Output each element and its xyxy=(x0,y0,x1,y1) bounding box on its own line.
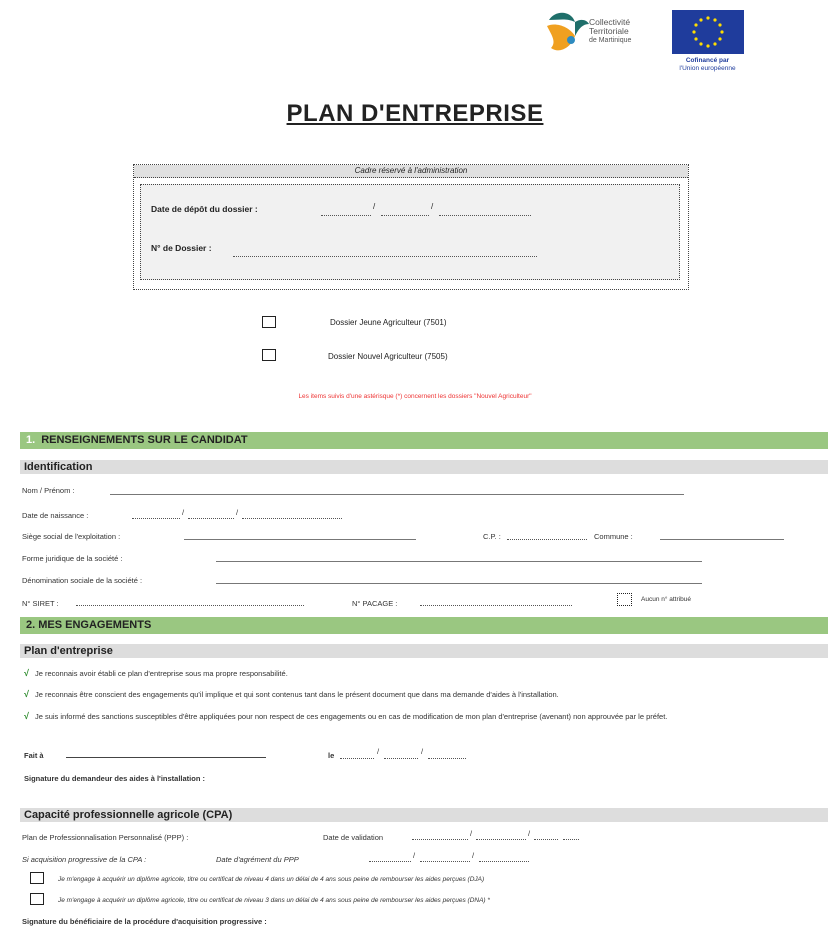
fait-le-month-field[interactable] xyxy=(384,750,418,759)
admin-inner-frame: Date de dépôt du dossier : / / N° de Dos… xyxy=(140,184,680,280)
checkmark-icon: √ xyxy=(24,689,29,699)
date-separator: / xyxy=(431,202,434,211)
forme-juridique-field[interactable] xyxy=(216,560,702,562)
date-separator: / xyxy=(413,851,416,860)
date-separator: / xyxy=(472,851,475,860)
fait-a-field[interactable] xyxy=(66,756,266,758)
nom-prenom-label: Nom / Prénom : xyxy=(22,486,75,495)
eu-flag-icon xyxy=(671,10,744,54)
cpa-header: Capacité professionnelle agricole (CPA) xyxy=(20,808,828,822)
ppp-label: Plan de Professionnalisation Personnalis… xyxy=(22,833,189,842)
naissance-month-field[interactable] xyxy=(188,510,234,519)
commitment-2-text: Je reconnais être conscient des engageme… xyxy=(34,690,559,699)
pacage-field[interactable] xyxy=(420,597,572,606)
date-naissance-label: Date de naissance : xyxy=(22,511,89,520)
section-1-title: RENSEIGNEMENTS SUR LE CANDIDAT xyxy=(41,434,248,446)
page-title: PLAN D'ENTREPRISE xyxy=(286,100,544,127)
siege-social-label: Siège social de l'exploitation : xyxy=(22,532,121,541)
commitment-3: √ Je suis informé des sanctions susceptib… xyxy=(24,711,824,722)
date-validation-label: Date de validation xyxy=(323,833,384,842)
commitment-3-text: Je suis informé des sanctions susceptibl… xyxy=(34,712,668,721)
acquisition-label: Si acquisition progressive de la CPA : xyxy=(22,855,147,864)
section-1-number: 1. xyxy=(26,434,36,446)
checkmark-icon: √ xyxy=(24,668,29,678)
ctm-line-3: de Martinique xyxy=(589,37,632,44)
dossier-ja-checkbox[interactable] xyxy=(262,316,276,328)
engagement-dna-checkbox[interactable] xyxy=(30,893,44,905)
validation-month-field[interactable] xyxy=(476,831,526,840)
section-2-header: 2. MES ENGAGEMENTS xyxy=(20,617,828,634)
ctm-line-2: Territoriale xyxy=(589,26,629,36)
date-separator: / xyxy=(377,747,380,756)
date-separator: / xyxy=(373,202,376,211)
engagement-dja-checkbox[interactable] xyxy=(30,872,44,884)
validation-day-field[interactable] xyxy=(412,831,468,840)
fait-le-day-field[interactable] xyxy=(340,750,374,759)
date-depot-month-field[interactable] xyxy=(381,207,429,216)
engagement-dna-text: Je m'engage à acquérir un diplôme agrico… xyxy=(58,897,490,904)
asterisk-note: Les items suivis d'une astérisque (*) co… xyxy=(298,393,532,400)
commitment-1-text: Je reconnais avoir établi ce plan d'entr… xyxy=(34,669,288,678)
commitment-1: √ Je reconnais avoir établi ce plan d'ent… xyxy=(24,668,824,679)
dossier-ja-label: Dossier Jeune Agriculteur (7501) xyxy=(330,318,447,327)
section-1-header: 1. RENSEIGNEMENTS SUR LE CANDIDAT xyxy=(20,432,828,449)
commune-label: Commune : xyxy=(594,532,633,541)
date-depot-label: Date de dépôt du dossier : xyxy=(151,204,258,214)
signature-demandeur-label: Signature du demandeur des aides à l'ins… xyxy=(24,774,205,783)
date-depot-year-field[interactable] xyxy=(439,207,531,216)
le-label: le xyxy=(328,751,335,760)
date-depot-day-field[interactable] xyxy=(321,207,371,216)
agrement-month-field[interactable] xyxy=(420,853,470,862)
date-separator: / xyxy=(182,508,185,517)
eu-caption: Cofinancé par l'Union européenne xyxy=(670,57,745,73)
dossier-na-checkbox[interactable] xyxy=(262,349,276,361)
commitment-2: √ Je reconnais être conscient des engagem… xyxy=(24,689,824,700)
date-separator: / xyxy=(528,829,531,838)
numero-dossier-label: N° de Dossier : xyxy=(151,243,212,253)
cp-field[interactable] xyxy=(507,531,587,540)
siret-field[interactable] xyxy=(76,597,304,606)
ctm-logo: Collectivité Territoriale de Martinique xyxy=(545,8,650,64)
bird-logo-icon xyxy=(547,12,589,51)
engagement-dja-text: Je m'engage à acquérir un diplôme agrico… xyxy=(58,876,485,883)
dossier-na-label: Dossier Nouvel Agriculteur (7505) xyxy=(328,352,448,361)
pacage-label: N° PACAGE : xyxy=(352,599,398,608)
plan-entreprise-header: Plan d'entreprise xyxy=(20,644,828,658)
validation-year-field-2[interactable] xyxy=(563,831,579,840)
validation-year-field-1[interactable] xyxy=(534,831,558,840)
numero-dossier-field[interactable] xyxy=(233,248,537,257)
identification-header: Identification xyxy=(20,460,828,474)
admin-frame: Cadre réservé à l'administration Date de… xyxy=(133,164,689,290)
aucun-numero-checkbox[interactable] xyxy=(617,593,632,606)
signature-beneficiaire-label: Signature du bénéficiaire de la procédur… xyxy=(22,917,267,926)
denomination-label: Dénomination sociale de la société : xyxy=(22,576,143,585)
agrement-year-field[interactable] xyxy=(479,853,529,862)
siege-social-field[interactable] xyxy=(184,538,416,540)
date-separator: / xyxy=(470,829,473,838)
date-separator: / xyxy=(236,508,239,517)
commune-field[interactable] xyxy=(660,538,784,540)
naissance-year-field[interactable] xyxy=(242,510,342,519)
nom-prenom-field[interactable] xyxy=(110,493,684,495)
fait-le-year-field[interactable] xyxy=(428,750,466,759)
agrement-day-field[interactable] xyxy=(369,853,411,862)
date-separator: / xyxy=(421,747,424,756)
aucun-numero-label: Aucun n° attribué xyxy=(641,596,691,603)
admin-frame-title: Cadre réservé à l'administration xyxy=(134,165,688,178)
denomination-field[interactable] xyxy=(216,582,702,584)
forme-juridique-label: Forme juridique de la société : xyxy=(22,554,123,563)
naissance-day-field[interactable] xyxy=(132,510,180,519)
checkmark-icon: √ xyxy=(24,711,29,721)
date-agrement-label: Date d'agrément du PPP xyxy=(216,855,299,864)
cp-label: C.P. : xyxy=(483,532,501,541)
siret-label: N° SIRET : xyxy=(22,599,59,608)
fait-a-label: Fait à xyxy=(24,751,44,760)
eu-caption-line-1: Cofinancé par xyxy=(685,57,730,64)
ctm-logo-text: Collectivité Territoriale de Martinique xyxy=(589,18,631,45)
eu-caption-line-2: l'Union européenne xyxy=(679,65,736,72)
eu-logo: Cofinancé par l'Union européenne xyxy=(670,10,745,80)
